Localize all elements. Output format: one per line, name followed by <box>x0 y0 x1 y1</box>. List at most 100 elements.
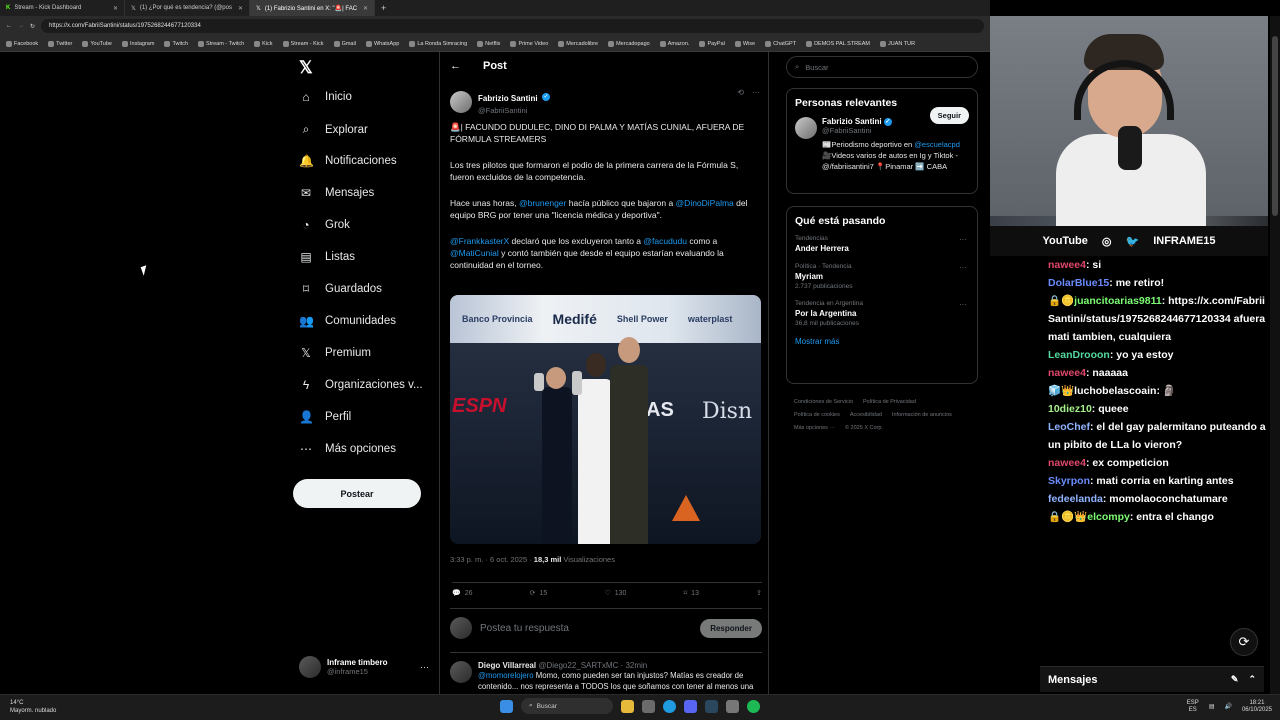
chat-username[interactable]: LeoChef <box>1048 421 1090 433</box>
person-name[interactable]: Fabrizio Santini <box>822 117 882 126</box>
close-icon[interactable]: ✕ <box>113 5 118 12</box>
nav-item-comunidades[interactable]: 👥 Comunidades <box>299 314 396 328</box>
nav-item-inicio[interactable]: ⌂ Inicio <box>299 90 351 104</box>
task-view-icon[interactable] <box>642 699 655 713</box>
footer-link[interactable]: Política de cookies <box>794 409 840 422</box>
mention-link[interactable]: @FrankkasterX <box>450 236 509 246</box>
language-indicator[interactable]: ESP ES <box>1187 700 1199 714</box>
network-icon[interactable]: ▤ <box>1209 704 1215 711</box>
spotify-icon[interactable] <box>747 699 760 713</box>
chat-username[interactable]: 10diez10 <box>1048 403 1092 415</box>
tab-kick-dashboard[interactable]: K Stream - Kick Dashboard ✕ <box>0 0 125 16</box>
messages-bar[interactable]: Mensajes ✎ ⌃ <box>1040 666 1264 692</box>
bookmark-item[interactable]: PayPal <box>699 40 725 47</box>
tab-post[interactable]: 𝕏 (1) Fabrizio Santini en X: "🚨| FAC ✕ <box>250 0 375 16</box>
chat-username[interactable]: nawee4 <box>1048 367 1086 379</box>
windows-start-icon[interactable] <box>500 699 513 713</box>
x-logo-icon[interactable]: 𝕏 <box>299 58 313 78</box>
nav-item-más-opciones[interactable]: ⋯ Más opciones <box>299 442 396 456</box>
chat-action-button[interactable]: ⟳ <box>1230 628 1258 656</box>
author-name[interactable]: Fabrizio Santini <box>478 94 538 103</box>
footer-link[interactable]: Accesibilidad <box>850 409 882 422</box>
chat-username[interactable]: juancitoarias9811 <box>1074 295 1162 307</box>
show-more-link[interactable]: Mostrar más <box>795 337 969 346</box>
footer-link[interactable]: Más opciones ··· <box>794 422 835 435</box>
url-field[interactable]: https://x.com/FabriiSantini/status/19752… <box>41 19 984 33</box>
bookmark-item[interactable]: WhatsApp <box>365 40 399 47</box>
trend-item[interactable]: Tendencia en Argentina Por la Argentina 36… <box>795 300 969 327</box>
close-icon[interactable]: ✕ <box>238 5 243 12</box>
volume-icon[interactable]: 🔊 <box>1224 704 1231 711</box>
bookmark-item[interactable]: Instagram <box>121 40 154 47</box>
more-icon[interactable]: ··· <box>752 88 760 97</box>
bookmark-item[interactable]: JUAN TUR <box>880 40 915 47</box>
weather-widget[interactable]: 14°C Mayorm. nublado <box>10 699 56 715</box>
bookmark-item[interactable]: Mercadolibre <box>558 40 598 47</box>
nav-item-guardados[interactable]: ⌑ Guardados <box>299 282 382 296</box>
grok-icon[interactable]: ⟲ <box>737 88 744 97</box>
bookmark-item[interactable]: Gmail <box>333 40 356 47</box>
reply-submit-button[interactable]: Responder <box>700 618 762 638</box>
bookmark-item[interactable]: Mercadopago <box>608 40 650 47</box>
search-input[interactable]: ⌕ Buscar <box>786 56 978 78</box>
chat-username[interactable]: LeanDrooon <box>1048 349 1110 361</box>
tweet-photo[interactable]: Banco Provincia Medifé Shell Power water… <box>450 295 761 544</box>
avatar[interactable] <box>450 90 472 113</box>
chat-username[interactable]: nawee4 <box>1048 457 1086 469</box>
nav-item-premium[interactable]: 𝕏 Premium <box>299 346 371 360</box>
mention-link[interactable]: @brunenger <box>519 198 566 208</box>
bookmark-item[interactable]: ChatGPT <box>765 40 796 47</box>
mention-link[interactable]: @momorelojero <box>478 671 534 680</box>
reply-button[interactable]: 💬 26 <box>452 589 473 598</box>
tab-trending[interactable]: 𝕏 (1) ¿Por qué es tendencia? (@pos ✕ <box>125 0 250 16</box>
nav-item-organizaciones-v-[interactable]: ϟ Organizaciones v... <box>299 378 423 392</box>
nav-item-notificaciones[interactable]: 🔔 Notificaciones <box>299 154 397 168</box>
scrollbar-thumb[interactable] <box>1272 36 1278 216</box>
like-button[interactable]: ♡ 130 <box>604 589 626 598</box>
reply-input[interactable]: Postea tu respuesta <box>480 623 692 634</box>
taskbar-search[interactable]: ⌕ Buscar <box>521 698 613 714</box>
nav-item-explorar[interactable]: ⌕ Explorar <box>299 122 368 137</box>
forward-icon[interactable]: → <box>18 23 24 29</box>
close-icon[interactable]: ✕ <box>363 5 368 12</box>
chat-username[interactable]: luchobelascoain <box>1074 385 1156 397</box>
nav-item-grok[interactable]: ◔ Grok <box>299 218 350 232</box>
new-tab-icon[interactable]: + <box>375 3 392 13</box>
steam-icon[interactable] <box>705 699 718 713</box>
bookmark-item[interactable]: Wise <box>734 40 755 47</box>
bookmark-item[interactable]: Amazon. <box>659 40 689 47</box>
more-icon[interactable]: ··· <box>420 662 429 672</box>
bookmark-item[interactable]: Twitter <box>48 40 72 47</box>
bookmark-item[interactable]: Stream - Twitch <box>198 40 244 47</box>
mention-link[interactable]: @DinoDiPalma <box>676 198 734 208</box>
follow-button[interactable]: Seguir <box>929 107 969 124</box>
discord-icon[interactable] <box>684 699 697 713</box>
bookmark-item[interactable]: Netflix <box>477 40 500 47</box>
more-icon[interactable]: ··· <box>959 263 967 272</box>
trend-item[interactable]: Tendencias Ander Herrera ··· <box>795 235 969 253</box>
bookmark-item[interactable]: DEMOS PAL STREAM <box>806 40 870 47</box>
bookmark-item[interactable]: Facebook <box>6 40 38 47</box>
mention-link[interactable]: @MatiCunial <box>450 248 499 258</box>
trend-item[interactable]: Política · Tendencia Myriam 2.737 publicac… <box>795 263 969 290</box>
edge-icon[interactable] <box>663 699 676 713</box>
app-icon[interactable] <box>726 699 739 713</box>
footer-link[interactable]: © 2025 X Corp. <box>845 422 883 435</box>
more-icon[interactable]: ··· <box>959 235 967 244</box>
post-button[interactable]: Postear <box>293 479 421 508</box>
reload-icon[interactable]: ↻ <box>30 23 35 30</box>
footer-link[interactable]: Información de anuncios <box>892 409 952 422</box>
bookmark-item[interactable]: Twitch <box>164 40 188 47</box>
repost-button[interactable]: ⟳ 15 <box>530 589 548 598</box>
account-switcher[interactable]: Inframe timbero @inframe15 ··· <box>299 656 429 678</box>
mention-link[interactable]: @facududu <box>643 236 687 246</box>
back-icon[interactable]: ← <box>6 23 12 29</box>
bookmark-item[interactable]: La Ronda Simracing <box>409 40 467 47</box>
back-arrow-icon[interactable]: ← <box>450 60 461 72</box>
file-explorer-icon[interactable] <box>621 699 634 713</box>
chat-username[interactable]: DolarBlue15 <box>1048 277 1109 289</box>
bookmark-item[interactable]: Prime Video <box>510 40 548 47</box>
avatar[interactable] <box>795 117 817 139</box>
mention-link[interactable]: @escuelacpd <box>914 140 960 149</box>
chat-username[interactable]: nawee4 <box>1048 259 1086 271</box>
